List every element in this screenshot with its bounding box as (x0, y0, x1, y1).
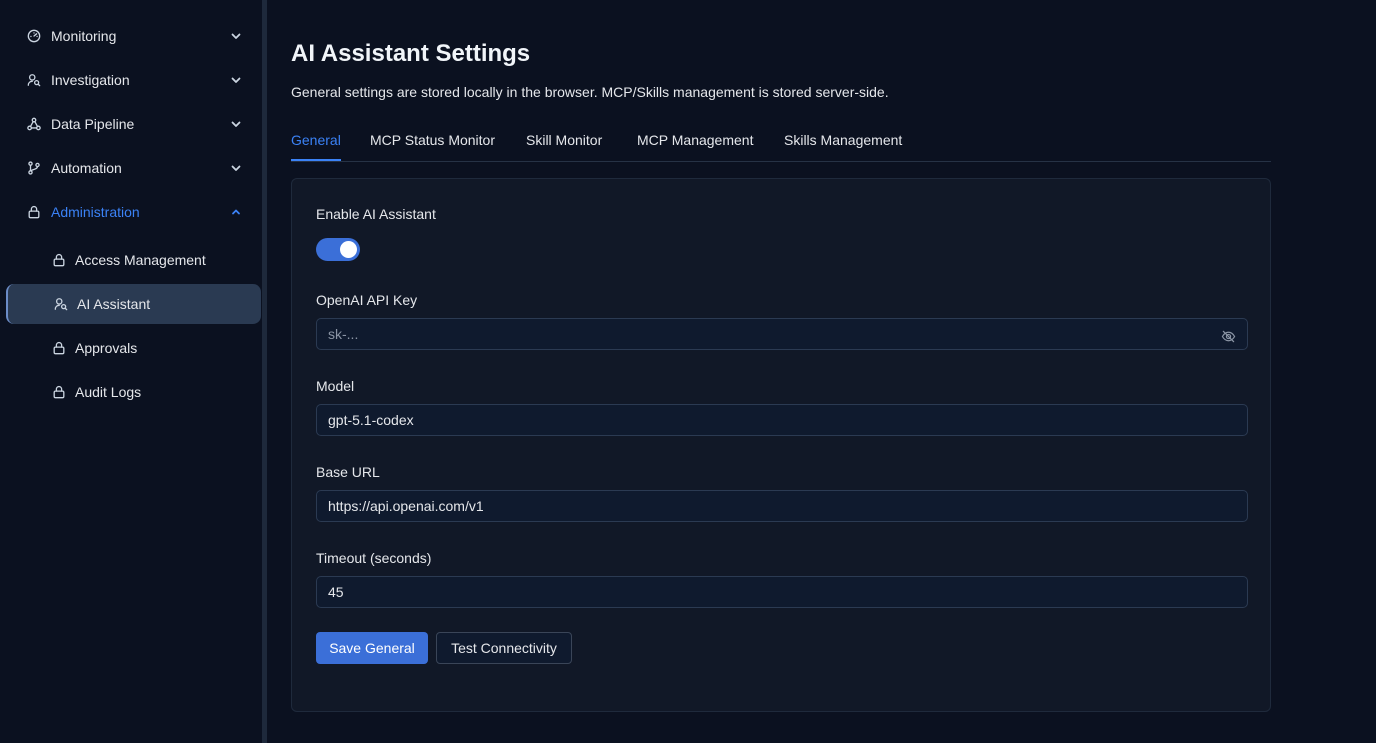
lock-icon (51, 384, 67, 400)
tab-mcp-status-monitor[interactable]: MCP Status Monitor (370, 132, 495, 161)
sidebar-resize-handle[interactable] (262, 0, 267, 743)
test-connectivity-button[interactable]: Test Connectivity (436, 632, 572, 664)
sidebar-item-data-pipeline[interactable]: Data Pipeline (0, 104, 262, 144)
page-description: General settings are stored locally in t… (291, 84, 889, 100)
timeout-input[interactable] (316, 576, 1248, 608)
base-url-input[interactable] (316, 490, 1248, 522)
toggle-knob (340, 241, 357, 258)
sidebar-item-administration[interactable]: Administration (0, 192, 262, 232)
sidebar-item-label: Access Management (75, 252, 206, 268)
page-title: AI Assistant Settings (291, 40, 531, 67)
sidebar-item-label: Administration (51, 204, 140, 220)
sidebar-item-audit-logs[interactable]: Audit Logs (6, 372, 261, 412)
git-branch-icon (26, 160, 42, 176)
tab-mcp-management[interactable]: MCP Management (637, 132, 753, 161)
lock-icon (51, 340, 67, 356)
sidebar-item-label: Data Pipeline (51, 116, 135, 132)
enable-ai-assistant-label: Enable AI Assistant (316, 206, 436, 222)
sidebar-item-label: Investigation (51, 72, 130, 88)
tab-general[interactable]: General (291, 132, 341, 161)
general-settings-card: Enable AI Assistant OpenAI API Key Model… (291, 178, 1271, 712)
timeout-label: Timeout (seconds) (316, 550, 432, 566)
chevron-down-icon (228, 116, 244, 132)
gauge-icon (26, 28, 42, 44)
sidebar-item-label: AI Assistant (77, 296, 151, 312)
chevron-up-icon (228, 204, 244, 220)
eye-off-icon[interactable] (1220, 328, 1236, 344)
tab-skill-monitor[interactable]: Skill Monitor (526, 132, 602, 161)
sidebar-item-ai-assistant[interactable]: AI Assistant (6, 284, 261, 324)
api-key-label: OpenAI API Key (316, 292, 418, 308)
users-search-icon (53, 296, 69, 312)
app-root: Monitoring Investigation Data Pipeline A… (0, 0, 1376, 743)
lock-icon (51, 252, 67, 268)
model-input[interactable] (316, 404, 1248, 436)
api-key-input[interactable] (316, 318, 1248, 350)
sidebar-item-access-management[interactable]: Access Management (6, 240, 261, 280)
base-url-label: Base URL (316, 464, 380, 480)
sidebar: Monitoring Investigation Data Pipeline A… (0, 0, 262, 743)
sidebar-item-monitoring[interactable]: Monitoring (0, 16, 262, 56)
sidebar-item-label: Automation (51, 160, 122, 176)
tab-skills-management[interactable]: Skills Management (784, 132, 902, 161)
network-icon (26, 116, 42, 132)
chevron-down-icon (228, 72, 244, 88)
sidebar-item-investigation[interactable]: Investigation (0, 60, 262, 100)
chevron-down-icon (228, 160, 244, 176)
sidebar-item-label: Audit Logs (75, 384, 142, 400)
users-search-icon (26, 72, 42, 88)
main-content: AI Assistant Settings General settings a… (291, 0, 1271, 743)
save-general-button[interactable]: Save General (316, 632, 428, 664)
sidebar-item-automation[interactable]: Automation (0, 148, 262, 188)
sidebar-item-label: Approvals (75, 340, 138, 356)
sidebar-item-approvals[interactable]: Approvals (6, 328, 261, 368)
model-label: Model (316, 378, 355, 394)
chevron-down-icon (228, 28, 244, 44)
enable-ai-assistant-toggle[interactable] (316, 238, 360, 261)
tab-bar: General MCP Status Monitor Skill Monitor… (291, 120, 1271, 162)
lock-icon (26, 204, 42, 220)
sidebar-item-label: Monitoring (51, 28, 117, 44)
